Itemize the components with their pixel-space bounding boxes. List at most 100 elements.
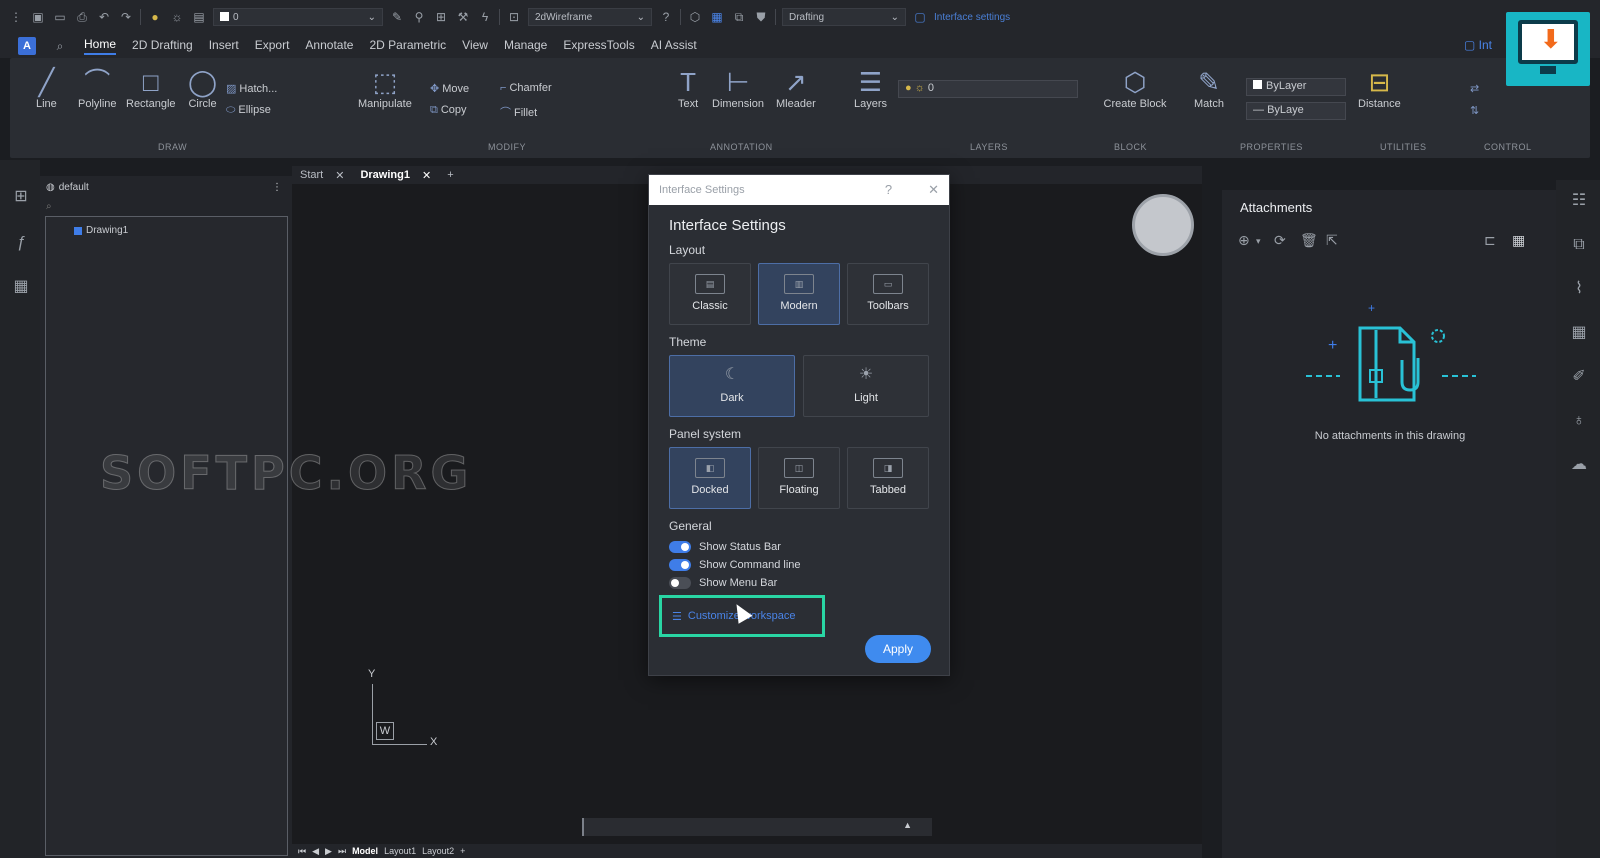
drawing-icon[interactable]: ✐: [1568, 366, 1590, 388]
annotation-group-label[interactable]: ANNOTATION: [710, 142, 773, 152]
print-icon[interactable]: ⎙: [74, 9, 90, 25]
tab-expresstools[interactable]: ExpressTools: [563, 38, 634, 54]
more-options-icon[interactable]: ⋮: [272, 182, 282, 193]
text-tool[interactable]: T Text: [678, 66, 698, 110]
visual-style-select[interactable]: 2dWireframe ⌄: [528, 8, 652, 26]
layers-tool[interactable]: ☰ Layers: [854, 66, 887, 110]
open-external-icon[interactable]: ⇱: [1326, 232, 1338, 249]
workspace-select[interactable]: Drafting ⌄: [782, 8, 906, 26]
settings-window-icon[interactable]: ▢: [912, 9, 928, 25]
ellipse-tool[interactable]: ⬭ Ellipse: [226, 104, 271, 117]
close-icon[interactable]: ✕: [422, 169, 431, 182]
control-tool-1[interactable]: ⇄: [1470, 82, 1482, 95]
dimension-tool[interactable]: ⊢ Dimension: [712, 66, 764, 110]
layers-group-label[interactable]: LAYERS: [970, 142, 1008, 152]
browser-search-input[interactable]: ⌕: [46, 198, 286, 214]
save-icon[interactable]: ▣: [30, 9, 46, 25]
move-tool[interactable]: ✥ Move: [430, 82, 469, 95]
add-tab-button[interactable]: +: [439, 166, 461, 184]
delete-icon[interactable]: 🗑: [1300, 232, 1318, 249]
apply-button[interactable]: Apply: [865, 635, 931, 663]
control-tool-2[interactable]: ⇅: [1470, 104, 1482, 117]
tab-insert[interactable]: Insert: [209, 38, 239, 54]
view-cube[interactable]: [1132, 194, 1194, 256]
redo-icon[interactable]: ↷: [118, 9, 134, 25]
fillet-tool[interactable]: ⌒ Fillet: [500, 104, 537, 120]
function-icon[interactable]: ƒ: [10, 232, 32, 254]
theme-option-light[interactable]: ☀ Light: [803, 355, 929, 417]
tab-annotate[interactable]: Annotate: [305, 38, 353, 54]
circle-tool[interactable]: ◯ Circle: [188, 66, 217, 110]
create-block-tool[interactable]: ⬡ Create Block: [1102, 66, 1168, 110]
rectangle-tool[interactable]: □ Rectangle: [126, 66, 176, 110]
tab-export[interactable]: Export: [255, 38, 290, 54]
chamfer-tool[interactable]: ⌐ Chamfer: [500, 82, 552, 94]
tab-home[interactable]: Home: [84, 37, 117, 55]
layer-select[interactable]: 0 ⌄: [213, 8, 383, 26]
hatch-tool[interactable]: ▨ Hatch...: [226, 82, 277, 95]
calculator-icon[interactable]: ▦: [10, 276, 32, 298]
first-tab-icon[interactable]: ⏮: [298, 846, 306, 857]
pencil-icon[interactable]: ✎: [389, 9, 405, 25]
cube-icon[interactable]: ⬡: [687, 9, 703, 25]
last-tab-icon[interactable]: ⏭: [338, 846, 346, 857]
layout-option-toolbars[interactable]: ▭ Toolbars: [847, 263, 929, 325]
block-group-label[interactable]: BLOCK: [1114, 142, 1147, 152]
toggle-show-status-bar[interactable]: Show Status Bar: [669, 541, 781, 553]
help-icon[interactable]: ?: [658, 9, 674, 25]
dialog-titlebar[interactable]: Interface Settings ? ✕: [649, 175, 949, 205]
undo-icon[interactable]: ↶: [96, 9, 112, 25]
lightbulb-icon[interactable]: ♁: [1568, 410, 1590, 432]
tools-icon[interactable]: ⚒: [455, 9, 471, 25]
add-attachment-icon[interactable]: ⊕: [1238, 232, 1250, 249]
theme-option-dark[interactable]: ☾ Dark: [669, 355, 795, 417]
chevron-down-icon[interactable]: ▾: [1256, 236, 1261, 247]
search-icon[interactable]: ⌕: [52, 38, 68, 54]
close-icon[interactable]: ✕: [928, 182, 939, 198]
layers-icon[interactable]: ⧉: [1568, 234, 1590, 256]
interface-settings-shortcut[interactable]: ▢ Int: [1464, 38, 1492, 52]
prev-tab-icon[interactable]: ◀: [312, 846, 319, 857]
manipulate-tool[interactable]: ⬚ Manipulate: [358, 66, 412, 110]
utilities-group-label[interactable]: UTILITIES: [1380, 142, 1427, 152]
distance-tool[interactable]: ⊟ Distance: [1358, 66, 1401, 110]
close-icon[interactable]: ✕: [335, 169, 344, 182]
linetype-dropdown[interactable]: — ByLaye: [1246, 102, 1346, 120]
tab-drawing1[interactable]: Drawing1 ✕: [352, 166, 439, 184]
table-view-icon[interactable]: ▦: [1512, 232, 1525, 249]
open-icon[interactable]: ▭: [52, 9, 68, 25]
model-tab[interactable]: Model: [352, 846, 378, 856]
next-tab-icon[interactable]: ▶: [325, 846, 332, 857]
toggle-switch[interactable]: [669, 541, 691, 553]
toggle-show-menu-bar[interactable]: Show Menu Bar: [669, 577, 777, 589]
tab-ai-assist[interactable]: AI Assist: [651, 38, 697, 54]
lightning-icon[interactable]: ϟ: [477, 9, 493, 25]
polyline-tool[interactable]: ⌒ Polyline: [78, 66, 117, 110]
toggle-switch[interactable]: [669, 577, 691, 589]
cloud-icon[interactable]: ☁: [1568, 454, 1590, 476]
tab-2d-drafting[interactable]: 2D Drafting: [132, 38, 193, 54]
expand-up-icon[interactable]: ▲: [903, 820, 912, 830]
tab-2d-parametric[interactable]: 2D Parametric: [369, 38, 446, 54]
properties-icon[interactable]: ☷: [1568, 190, 1590, 212]
help-icon[interactable]: ?: [885, 182, 892, 198]
modify-group-label[interactable]: MODIFY: [488, 142, 526, 152]
properties-group-label[interactable]: PROPERTIES: [1240, 142, 1303, 152]
panel-option-floating[interactable]: ◫ Floating: [758, 447, 840, 509]
panel-option-docked[interactable]: ◧ Docked: [669, 447, 751, 509]
select-icon[interactable]: ⊞: [433, 9, 449, 25]
tab-start[interactable]: Start ✕: [292, 166, 352, 184]
layout-option-classic[interactable]: ▤ Classic: [669, 263, 751, 325]
tree-view-icon[interactable]: ⊏: [1484, 232, 1496, 249]
tree-icon[interactable]: ⊞: [10, 186, 32, 208]
layout1-tab[interactable]: Layout1: [384, 846, 416, 856]
app-logo-icon[interactable]: A: [18, 37, 36, 55]
toggle-switch[interactable]: [669, 559, 691, 571]
interface-settings-link[interactable]: Interface settings: [934, 12, 1010, 23]
grid-icon[interactable]: ▦: [709, 9, 725, 25]
tab-manage[interactable]: Manage: [504, 38, 547, 54]
tab-view[interactable]: View: [462, 38, 488, 54]
filter-icon[interactable]: ⚲: [411, 9, 427, 25]
draw-group-label[interactable]: DRAW: [158, 142, 187, 152]
match-tool[interactable]: ✎ Match: [1194, 66, 1224, 110]
